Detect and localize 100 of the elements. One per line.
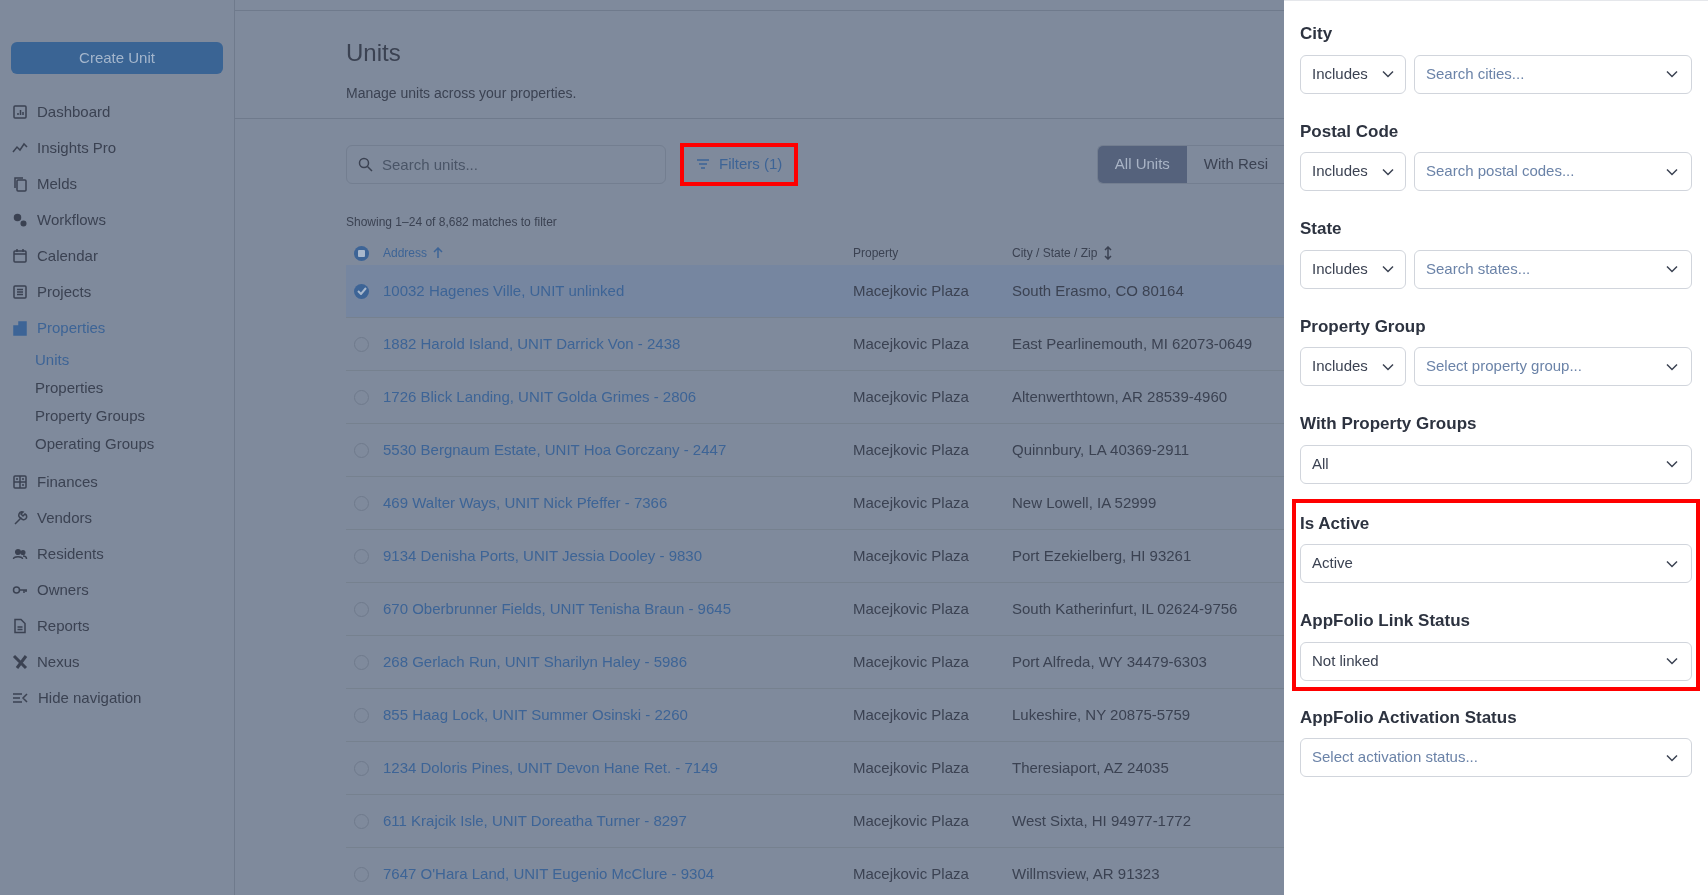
column-header[interactable]: City / State / Zip bbox=[1012, 244, 1114, 262]
table-row[interactable]: 1234 Doloris Pines, UNIT Devon Hane Ret. - 7149 Macejkovic Plaza Theresiaport, AZ 24035 bbox=[346, 742, 1284, 795]
nav-item[interactable]: Vendors bbox=[0, 500, 93, 536]
table-row[interactable]: 670 Oberbrunner Fields, UNIT Tenisha Braun - 9645 Macejkovic Plaza South Katherinfurt, IL 02624-9756 bbox=[346, 583, 1284, 636]
calculator-icon bbox=[12, 474, 28, 490]
select-dropdown[interactable]: Search cities... bbox=[1414, 54, 1692, 94]
table-cell: Port Ezekielberg, HI 93261 bbox=[1012, 546, 1192, 564]
nav-item[interactable]: Finances bbox=[0, 464, 98, 500]
table-row[interactable]: 10032 Hagenes Ville, UNIT unlinked Macejkovic Plaza South Erasmo, CO 80164 bbox=[346, 265, 1284, 318]
address-link[interactable]: 1234 Doloris Pines, UNIT Devon Hane Ret. - 7149 bbox=[383, 758, 718, 776]
table-cell: Macejkovic Plaza bbox=[853, 387, 969, 405]
tab[interactable]: All Units bbox=[1097, 145, 1187, 183]
nav-item[interactable]: Properties bbox=[0, 310, 106, 346]
list-icon bbox=[12, 284, 28, 300]
chevron-down-icon bbox=[1382, 70, 1394, 78]
nav-subitem[interactable]: Property Groups bbox=[0, 402, 146, 430]
address-link[interactable]: 5530 Bergnaum Estate, UNIT Hoa Gorczany - 2447 bbox=[383, 440, 727, 458]
table-row[interactable]: 855 Haag Lock, UNIT Summer Osinski - 2260 Macejkovic Plaza Lukeshire, NY 20875-5759 bbox=[346, 689, 1284, 742]
nav-item[interactable]: Reports bbox=[0, 608, 90, 644]
select-dropdown[interactable]: Search states... bbox=[1414, 249, 1692, 289]
address-link[interactable]: 9134 Denisha Ports, UNIT Jessia Dooley - 9830 bbox=[383, 546, 703, 564]
nav-item[interactable]: Calendar bbox=[0, 238, 98, 274]
search-icon bbox=[358, 156, 373, 172]
address-link[interactable]: 7647 O'Hara Land, UNIT Eugenio McClure - 9304 bbox=[383, 864, 715, 882]
create-unit-button[interactable]: Create Unit bbox=[11, 42, 223, 74]
calendar-icon bbox=[12, 248, 28, 264]
collapse-menu-icon bbox=[12, 690, 28, 706]
table-cell: West Sixta, HI 94977-1772 bbox=[1012, 811, 1191, 829]
table-row[interactable]: 469 Walter Ways, UNIT Nick Pfeffer - 7366 Macejkovic Plaza New Lowell, IA 52999 bbox=[346, 477, 1284, 530]
select-all-checkbox[interactable] bbox=[354, 245, 369, 261]
select-dropdown[interactable]: Active bbox=[1300, 544, 1692, 583]
filter-icon bbox=[696, 158, 710, 170]
table-cell: Macejkovic Plaza bbox=[853, 493, 969, 511]
address-link[interactable]: 1726 Blick Landing, UNIT Golda Grimes - 2806 bbox=[383, 387, 697, 405]
select-dropdown[interactable]: Not linked bbox=[1300, 641, 1692, 681]
operator-dropdown[interactable]: Includes bbox=[1300, 54, 1406, 94]
nav-subitem[interactable]: Properties bbox=[0, 374, 104, 402]
chevron-down-icon bbox=[1382, 167, 1394, 176]
table-cell: New Lowell, IA 52999 bbox=[1012, 493, 1157, 511]
filter-label: Property Group bbox=[1300, 315, 1426, 338]
table-cell: Port Alfreda, WY 34479-6303 bbox=[1012, 652, 1207, 670]
select-dropdown[interactable]: All bbox=[1300, 444, 1692, 484]
table-cell: Macejkovic Plaza bbox=[853, 440, 969, 458]
address-link[interactable]: 1882 Harold Island, UNIT Darrick Von - 2438 bbox=[383, 334, 681, 352]
hide-navigation-link[interactable]: Hide navigation bbox=[0, 680, 142, 716]
address-link[interactable]: 268 Gerlach Run, UNIT Sharilyn Haley - 5986 bbox=[383, 652, 688, 670]
operator-dropdown[interactable]: Includes bbox=[1300, 249, 1406, 289]
filters-button[interactable]: Filters (1) bbox=[680, 142, 799, 186]
filter-label: With Property Groups bbox=[1300, 413, 1477, 435]
address-link[interactable]: 611 Krajcik Isle, UNIT Doreatha Turner - 8297 bbox=[383, 811, 687, 829]
row-checkbox[interactable] bbox=[354, 283, 369, 299]
nav-item[interactable]: Dashboard bbox=[0, 94, 111, 130]
result-count: Showing 1–24 of 8,682 matches to filter bbox=[346, 214, 557, 231]
table-cell: Willmsview, AR 91323 bbox=[1012, 864, 1160, 882]
select-dropdown[interactable]: Select property group... bbox=[1414, 347, 1692, 386]
table-cell: Lukeshire, NY 20875-5759 bbox=[1012, 705, 1191, 723]
sort-icon bbox=[1103, 246, 1114, 260]
column-header[interactable]: Address bbox=[383, 244, 444, 262]
operator-dropdown[interactable]: Includes bbox=[1300, 152, 1406, 191]
column-header[interactable]: Property bbox=[853, 244, 899, 262]
table-row[interactable]: 9134 Denisha Ports, UNIT Jessia Dooley - 9830 Macejkovic Plaza Port Ezekielberg, HI 93261 bbox=[346, 530, 1284, 583]
nav-subitem[interactable]: Operating Groups bbox=[0, 430, 155, 458]
nav-item[interactable]: Melds bbox=[0, 166, 77, 202]
chevron-down-icon bbox=[1382, 362, 1394, 371]
nav-item[interactable]: Owners bbox=[0, 572, 89, 608]
nav-item[interactable]: Residents bbox=[0, 536, 104, 572]
table-cell: Macejkovic Plaza bbox=[853, 281, 969, 299]
nav-item[interactable]: Projects bbox=[0, 274, 92, 310]
copy-icon bbox=[12, 176, 28, 192]
table-row[interactable]: 611 Krajcik Isle, UNIT Doreatha Turner - 8297 Macejkovic Plaza West Sixta, HI 94977-1772 bbox=[346, 795, 1284, 848]
table-cell: Altenwerthtown, AR 28539-4960 bbox=[1012, 387, 1228, 405]
nav-item[interactable]: Nexus bbox=[0, 644, 80, 680]
address-link[interactable]: 469 Walter Ways, UNIT Nick Pfeffer - 7366 bbox=[383, 493, 668, 511]
nav-item[interactable]: Workflows bbox=[0, 202, 106, 238]
chevron-down-icon bbox=[1666, 753, 1678, 762]
table-row[interactable]: 1882 Harold Island, UNIT Darrick Von - 2438 Macejkovic Plaza East Pearlinemouth, MI 62073-0649 bbox=[346, 318, 1284, 371]
filter-label: AppFolio Activation Status bbox=[1300, 706, 1517, 729]
table-cell: Macejkovic Plaza bbox=[853, 546, 969, 564]
check-icon bbox=[356, 287, 367, 295]
page-title: Units bbox=[346, 38, 401, 68]
table-row[interactable]: 1726 Blick Landing, UNIT Golda Grimes - 2806 Macejkovic Plaza Altenwerthtown, AR 28539-4960 bbox=[346, 371, 1284, 424]
select-dropdown[interactable]: Select activation status... bbox=[1300, 738, 1692, 777]
nav-subitem[interactable]: Units bbox=[0, 346, 70, 374]
address-link[interactable]: 670 Oberbrunner Fields, UNIT Tenisha Braun - 9645 bbox=[383, 599, 731, 617]
table-row[interactable]: 5530 Bergnaum Estate, UNIT Hoa Gorczany - 2447 Macejkovic Plaza Quinnbury, LA 40369-2911 bbox=[346, 424, 1284, 477]
table-cell: Macejkovic Plaza bbox=[853, 334, 969, 352]
tab[interactable]: With Resi bbox=[1186, 145, 1284, 183]
chart-icon bbox=[12, 104, 28, 120]
nav-item[interactable]: Insights Pro bbox=[0, 130, 117, 166]
select-dropdown[interactable]: Search postal codes... bbox=[1414, 152, 1692, 191]
table-cell: South Katherinfurt, IL 02624-9756 bbox=[1012, 599, 1238, 617]
chevron-down-icon bbox=[1666, 362, 1678, 371]
address-link[interactable]: 855 Haag Lock, UNIT Summer Osinski - 2260 bbox=[383, 705, 688, 723]
operator-dropdown[interactable]: Includes bbox=[1300, 347, 1406, 386]
table-row[interactable]: 268 Gerlach Run, UNIT Sharilyn Haley - 5986 Macejkovic Plaza Port Alfreda, WY 34479-6303 bbox=[346, 636, 1284, 689]
table-cell: South Erasmo, CO 80164 bbox=[1012, 281, 1184, 299]
chevron-down-icon bbox=[1666, 559, 1678, 568]
chevron-down-icon bbox=[1666, 657, 1678, 665]
chevron-down-icon bbox=[1666, 70, 1678, 78]
address-link[interactable]: 10032 Hagenes Ville, UNIT unlinked bbox=[383, 281, 625, 299]
